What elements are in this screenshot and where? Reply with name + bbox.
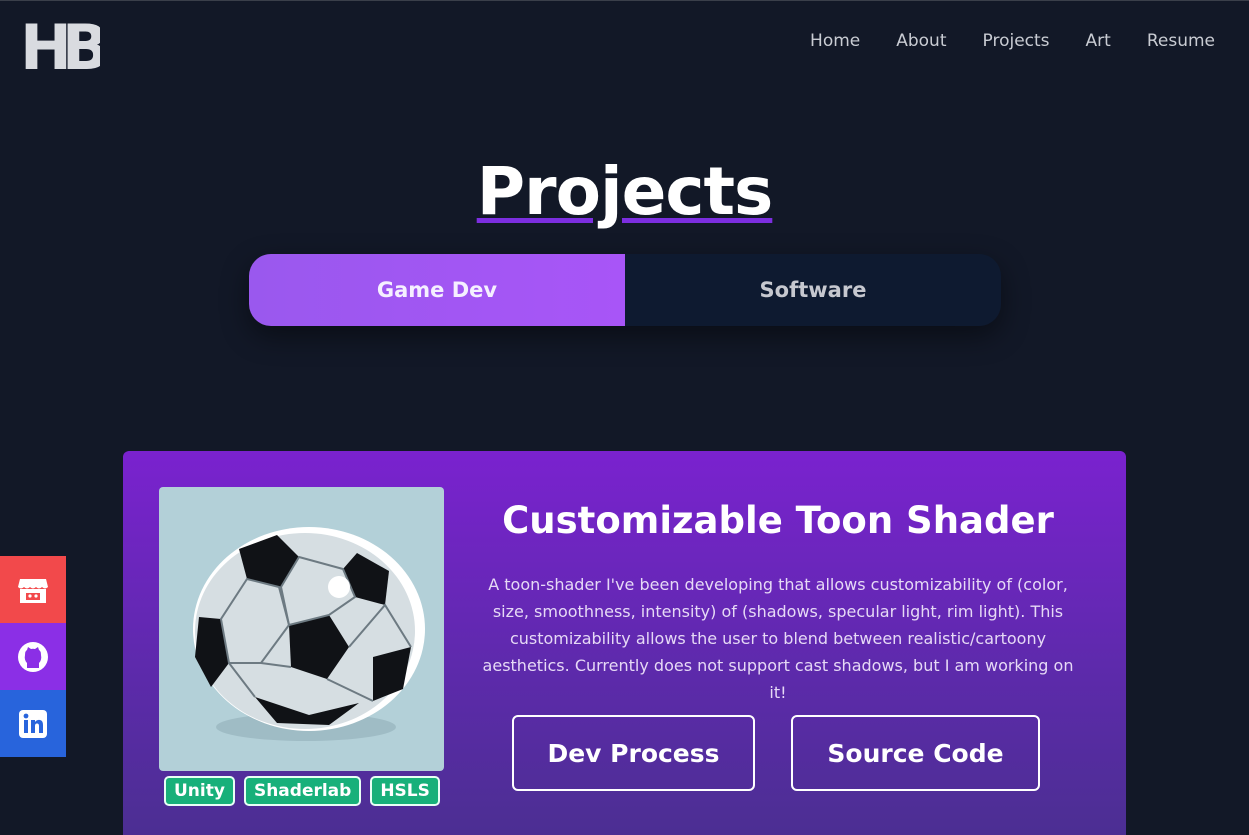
project-title: Customizable Toon Shader bbox=[502, 499, 1054, 542]
hb-logo[interactable]: HB bbox=[20, 15, 100, 73]
linkedin-icon bbox=[19, 709, 47, 738]
linkedin-link[interactable] bbox=[0, 690, 66, 757]
tab-software[interactable]: Software bbox=[625, 254, 1001, 326]
tag-hsls: HSLS bbox=[370, 776, 440, 806]
tag-unity: Unity bbox=[164, 776, 235, 806]
itch-io-link[interactable] bbox=[0, 556, 66, 623]
svg-text:HB: HB bbox=[20, 15, 100, 73]
tech-tags: Unity Shaderlab HSLS bbox=[164, 776, 440, 806]
nav-home[interactable]: Home bbox=[810, 31, 860, 51]
nav-about[interactable]: About bbox=[896, 31, 946, 51]
project-category-tabs: Game Dev Software bbox=[249, 254, 1001, 326]
dev-process-button[interactable]: Dev Process bbox=[512, 715, 755, 791]
project-card: Unity Shaderlab HSLS Customizable Toon S… bbox=[123, 451, 1126, 835]
soccer-ball-image bbox=[193, 527, 425, 741]
github-link[interactable] bbox=[0, 623, 66, 690]
project-description: A toon-shader I've been developing that … bbox=[482, 575, 1074, 702]
tab-game-dev[interactable]: Game Dev bbox=[249, 254, 625, 326]
social-sidebar bbox=[0, 556, 66, 757]
main-nav: Home About Projects Art Resume bbox=[810, 31, 1215, 51]
nav-projects[interactable]: Projects bbox=[983, 31, 1050, 51]
nav-resume[interactable]: Resume bbox=[1147, 31, 1215, 51]
github-icon bbox=[18, 641, 48, 672]
nav-art[interactable]: Art bbox=[1086, 31, 1111, 51]
page-title: Projects bbox=[476, 153, 774, 230]
source-code-button[interactable]: Source Code bbox=[791, 715, 1040, 791]
page-title-wrap: Projects bbox=[0, 153, 1249, 230]
project-thumbnail bbox=[159, 487, 444, 771]
tag-shaderlab: Shaderlab bbox=[243, 776, 362, 806]
itch-io-icon bbox=[18, 578, 48, 603]
